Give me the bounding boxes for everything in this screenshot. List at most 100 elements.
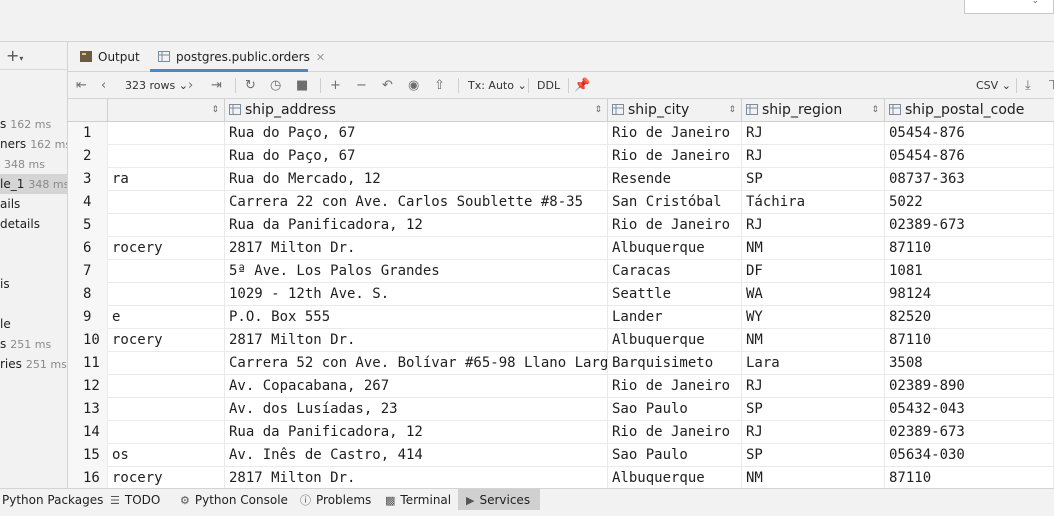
cell-ship-region[interactable]: WA	[742, 283, 885, 306]
cell-ship-city[interactable]: Rio de Janeiro	[608, 214, 742, 237]
top-combo-box[interactable]: ⌄	[964, 0, 1054, 14]
tree-item[interactable]: details	[0, 214, 67, 234]
cell-hidden-column[interactable]	[108, 214, 225, 237]
cell-ship-city[interactable]: Sao Paulo	[608, 398, 742, 421]
cell-hidden-column[interactable]	[108, 421, 225, 444]
row-number[interactable]: 9	[68, 306, 108, 329]
cell-ship-city[interactable]: Rio de Janeiro	[608, 122, 742, 145]
tx-mode-dropdown[interactable]: Tx: Auto ⌄	[468, 72, 527, 99]
tab-services[interactable]: ▶ Services	[458, 489, 541, 511]
cell-ship-postal-code[interactable]: 05454-876	[885, 145, 1054, 168]
cell-ship-postal-code[interactable]: 98124	[885, 283, 1054, 306]
cell-ship-region[interactable]: NM	[742, 237, 885, 260]
table-row[interactable]: 4 Carrera 22 con Ave. Carlos Soublette #8…	[68, 191, 1054, 214]
refresh-icon[interactable]: ↻	[245, 72, 256, 99]
table-row[interactable]: 6 rocery 2817 Milton Dr. Albuquerque NM 87110	[68, 237, 1054, 260]
column-header-ship-city[interactable]: ship_city ⇕	[608, 99, 742, 122]
cell-ship-postal-code[interactable]: 87110	[885, 237, 1054, 260]
table-row[interactable]: 16 rocery 2817 Milton Dr. Albuquerque NM 8711…	[68, 467, 1054, 488]
cell-ship-address[interactable]: Rua da Panificadora, 12	[225, 214, 608, 237]
table-row[interactable]: 12 Av. Copacabana, 267 Rio de Janeiro RJ 023…	[68, 375, 1054, 398]
cell-ship-address[interactable]: Av. dos Lusíadas, 23	[225, 398, 608, 421]
row-number[interactable]: 6	[68, 237, 108, 260]
sort-icon[interactable]: ⇕	[211, 99, 219, 122]
cell-hidden-column[interactable]	[108, 283, 225, 306]
sort-icon[interactable]: ⇕	[594, 99, 602, 122]
cell-ship-city[interactable]: Albuquerque	[608, 237, 742, 260]
cell-ship-postal-code[interactable]: 02389-673	[885, 421, 1054, 444]
delete-row-icon[interactable]: −	[356, 72, 367, 99]
cell-ship-region[interactable]: WY	[742, 306, 885, 329]
cell-ship-address[interactable]: Av. Inês de Castro, 414	[225, 444, 608, 467]
cell-ship-region[interactable]: Táchira	[742, 191, 885, 214]
cell-ship-address[interactable]: 2817 Milton Dr.	[225, 329, 608, 352]
tab-python-console[interactable]: ⚙ Python Console	[180, 489, 288, 511]
table-row[interactable]: 2 Rua do Paço, 67 Rio de Janeiro RJ 05454-87…	[68, 145, 1054, 168]
cell-ship-address[interactable]: Rua da Panificadora, 12	[225, 421, 608, 444]
row-number[interactable]: 1	[68, 122, 108, 145]
table-row[interactable]: 15 os Av. Inês de Castro, 414 Sao Paulo SP 05…	[68, 444, 1054, 467]
rows-count-dropdown[interactable]: 323 rows ⌄	[125, 72, 188, 99]
tree-item[interactable]: is	[0, 274, 67, 294]
row-number[interactable]: 5	[68, 214, 108, 237]
add-row-icon[interactable]: +	[330, 72, 341, 99]
cell-ship-region[interactable]: DF	[742, 260, 885, 283]
upload-icon[interactable]: ⊤	[1048, 72, 1054, 99]
sort-icon[interactable]: ⇕	[728, 99, 736, 122]
cell-ship-address[interactable]: Rua do Paço, 67	[225, 145, 608, 168]
cell-ship-city[interactable]: Rio de Janeiro	[608, 375, 742, 398]
tab-python-packages[interactable]: Python Packages	[2, 489, 103, 511]
cell-ship-region[interactable]: SP	[742, 444, 885, 467]
table-row[interactable]: 13 Av. dos Lusíadas, 23 Sao Paulo SP 05432-0…	[68, 398, 1054, 421]
cell-ship-postal-code[interactable]: 05454-876	[885, 122, 1054, 145]
cell-ship-region[interactable]: SP	[742, 168, 885, 191]
pin-icon[interactable]: 📌	[574, 72, 590, 99]
tree-item[interactable]: s 162 ms	[0, 114, 67, 134]
row-number[interactable]: 11	[68, 352, 108, 375]
tab-orders[interactable]: postgres.public.orders ✕	[158, 42, 325, 72]
cell-ship-postal-code[interactable]: 05634-030	[885, 444, 1054, 467]
column-header-ship-address[interactable]: ship_address ⇕	[225, 99, 608, 122]
cell-ship-postal-code[interactable]: 82520	[885, 306, 1054, 329]
cell-ship-postal-code[interactable]: 3508	[885, 352, 1054, 375]
cell-hidden-column[interactable]	[108, 191, 225, 214]
sort-icon[interactable]: ⇕	[871, 99, 879, 122]
table-row[interactable]: 8 1029 - 12th Ave. S. Seattle WA 98124	[68, 283, 1054, 306]
cell-hidden-column[interactable]	[108, 398, 225, 421]
cell-ship-postal-code[interactable]: 02389-673	[885, 214, 1054, 237]
cell-hidden-column[interactable]: e	[108, 306, 225, 329]
row-number[interactable]: 7	[68, 260, 108, 283]
cell-hidden-column[interactable]	[108, 122, 225, 145]
cell-ship-city[interactable]: Caracas	[608, 260, 742, 283]
close-icon[interactable]: ✕	[316, 51, 325, 64]
cell-ship-postal-code[interactable]: 05432-043	[885, 398, 1054, 421]
cell-ship-region[interactable]: NM	[742, 467, 885, 488]
cell-ship-city[interactable]: Barquisimeto	[608, 352, 742, 375]
column-header-hidden[interactable]: ⇕	[108, 99, 225, 122]
cell-ship-region[interactable]: SP	[742, 398, 885, 421]
cell-ship-region[interactable]: Lara	[742, 352, 885, 375]
tree-item-selected[interactable]: le_1 348 ms	[0, 174, 67, 194]
cell-ship-postal-code[interactable]: 02389-890	[885, 375, 1054, 398]
tree-item[interactable]: ries 251 ms	[0, 354, 67, 374]
cell-ship-region[interactable]: RJ	[742, 375, 885, 398]
cell-ship-address[interactable]: Rua do Mercado, 12	[225, 168, 608, 191]
cell-ship-postal-code[interactable]: 08737-363	[885, 168, 1054, 191]
cell-ship-region[interactable]: RJ	[742, 214, 885, 237]
cell-ship-postal-code[interactable]: 87110	[885, 467, 1054, 488]
cell-ship-city[interactable]: Lander	[608, 306, 742, 329]
cell-hidden-column[interactable]: os	[108, 444, 225, 467]
tab-terminal[interactable]: ▩ Terminal	[385, 489, 451, 511]
cell-ship-postal-code[interactable]: 5022	[885, 191, 1054, 214]
row-number[interactable]: 12	[68, 375, 108, 398]
column-header-ship-region[interactable]: ship_region ⇕	[742, 99, 885, 122]
previous-page-icon[interactable]: ‹	[101, 72, 106, 99]
export-format-dropdown[interactable]: CSV ⌄	[976, 72, 1011, 99]
view-icon[interactable]: ◉	[408, 72, 419, 99]
cell-ship-city[interactable]: Seattle	[608, 283, 742, 306]
tree-item[interactable]: ners 162 ms	[0, 134, 67, 154]
table-row[interactable]: 5 Rua da Panificadora, 12 Rio de Janeiro RJ…	[68, 214, 1054, 237]
cell-ship-address[interactable]: P.O. Box 555	[225, 306, 608, 329]
tab-problems[interactable]: ⓘ Problems	[300, 489, 371, 511]
cell-ship-city[interactable]: Albuquerque	[608, 329, 742, 352]
